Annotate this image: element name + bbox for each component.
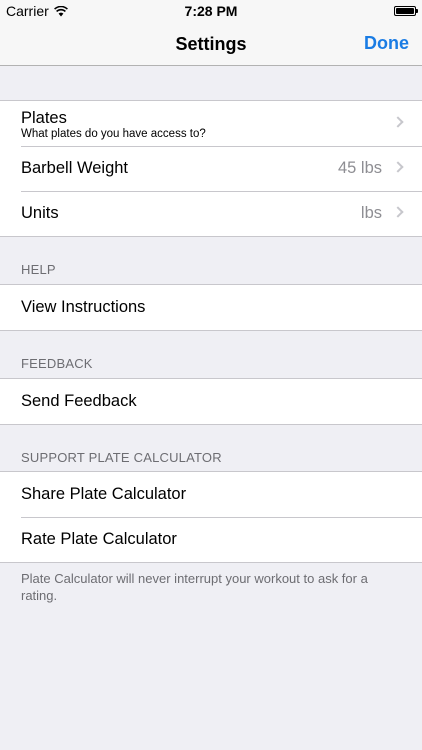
units-value: lbs: [360, 204, 382, 222]
feedback-section-header: FEEDBACK: [21, 356, 93, 371]
barbell-weight-label: Barbell Weight: [21, 159, 129, 177]
help-group: View Instructions: [0, 284, 422, 331]
rate-row[interactable]: Rate Plate Calculator: [0, 517, 422, 562]
send-feedback-row[interactable]: Send Feedback: [0, 379, 422, 424]
share-label: Share Plate Calculator: [21, 485, 187, 503]
settings-group: Plates What plates do you have access to…: [0, 100, 422, 237]
view-instructions-label: View Instructions: [21, 298, 146, 316]
support-footer-note: Plate Calculator will never interrupt yo…: [21, 571, 368, 603]
barbell-weight-row[interactable]: Barbell Weight 45 lbs: [0, 146, 422, 191]
chevron-right-icon: [392, 161, 404, 173]
feedback-group: Send Feedback: [0, 378, 422, 425]
plates-row[interactable]: Plates What plates do you have access to…: [0, 101, 422, 146]
units-row[interactable]: Units lbs: [0, 191, 422, 236]
plates-description: What plates do you have access to?: [21, 128, 206, 140]
plates-label: Plates: [21, 109, 67, 127]
support-group: Share Plate Calculator Rate Plate Calcul…: [0, 471, 422, 563]
support-section-header: SUPPORT PLATE CALCULATOR: [21, 450, 222, 465]
units-label: Units: [21, 204, 59, 222]
chevron-right-icon: [392, 206, 404, 218]
share-row[interactable]: Share Plate Calculator: [0, 472, 422, 517]
navigation-bar: Settings Done: [0, 22, 422, 66]
done-button[interactable]: Done: [364, 33, 409, 54]
page-title: Settings: [175, 34, 247, 54]
barbell-weight-value: 45 lbs: [337, 159, 382, 177]
status-bar: Carrier 7:28 PM: [0, 0, 422, 22]
view-instructions-row[interactable]: View Instructions: [0, 285, 422, 330]
rate-label: Rate Plate Calculator: [21, 530, 177, 548]
chevron-right-icon: [392, 116, 404, 128]
send-feedback-label: Send Feedback: [21, 392, 137, 410]
help-section-header: HELP: [21, 262, 56, 277]
status-time: 7:28 PM: [184, 3, 238, 19]
battery-icon: [394, 6, 418, 16]
